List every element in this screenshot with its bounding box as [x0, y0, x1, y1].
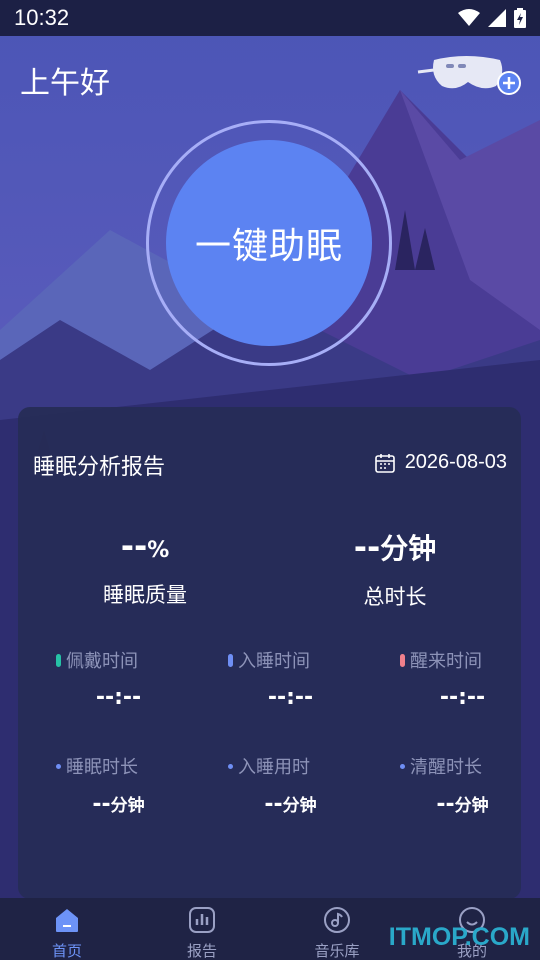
report-title: 睡眠分析报告: [33, 455, 166, 480]
sleep-latency-value: --分钟: [228, 791, 353, 817]
wifi-icon: [458, 9, 480, 26]
music-icon: [324, 907, 350, 933]
wear-time-value: --:--: [95, 685, 142, 710]
sleep-mask-add-icon: [417, 56, 521, 95]
awake-duration-stat: 清醒时长 --分钟: [400, 753, 540, 817]
one-tap-sleep-button[interactable]: 一键助眠: [166, 140, 372, 346]
awake-duration-number: --: [436, 792, 455, 817]
wake-time-value: --:--: [439, 685, 486, 710]
tab-report-label: 报告: [186, 942, 217, 960]
sleep-latency-unit: 分钟: [282, 796, 317, 816]
sleep-latency-marker: [228, 763, 233, 769]
fall-asleep-time-marker: [228, 653, 233, 667]
total-duration-label: 总时长: [363, 585, 427, 609]
fall-asleep-time-stat: 入睡时间 --:--: [228, 647, 388, 710]
add-sleep-mask-button[interactable]: [416, 50, 526, 100]
sleep-button-ring: 一键助眠: [146, 120, 392, 366]
awake-duration-marker: [400, 763, 405, 769]
sleep-latency-number: --: [264, 792, 283, 817]
battery-icon: [514, 8, 526, 28]
total-duration-unit: 分钟: [380, 532, 437, 565]
fall-asleep-time-label: 入睡时间: [238, 651, 310, 672]
sleep-report-card: 睡眠分析报告 2026-08-03 --% 睡眠质量 --分钟 总时长 佩戴时间…: [18, 407, 521, 899]
status-bar: 10:32: [0, 0, 540, 36]
sleep-duration-label: 睡眠时长: [66, 757, 138, 778]
total-duration-stat: --分钟 总时长: [295, 527, 495, 611]
tab-music[interactable]: 音乐库: [302, 906, 372, 960]
wear-time-label: 佩戴时间: [66, 651, 138, 672]
sleep-duration-number: --: [92, 792, 111, 817]
sleep-quality-value: --: [120, 527, 148, 565]
greeting-text: 上午好: [20, 66, 110, 101]
tab-home[interactable]: 首页: [32, 906, 102, 960]
wake-time-stat: 醒来时间 --:--: [400, 647, 540, 710]
watermark: ITMOP.COM: [388, 923, 530, 951]
sleep-quality-unit: %: [147, 538, 170, 563]
sleep-latency-label: 入睡用时: [238, 757, 310, 778]
fall-asleep-time-value: --:--: [267, 685, 314, 710]
sleep-duration-stat: 睡眠时长 --分钟: [56, 753, 216, 817]
sleep-duration-unit: 分钟: [110, 796, 145, 816]
report-date-picker[interactable]: 2026-08-03: [374, 451, 507, 474]
awake-duration-unit: 分钟: [454, 796, 489, 816]
signal-icon: [488, 9, 506, 27]
tab-home-label: 首页: [51, 942, 82, 960]
sleep-quality-label: 睡眠质量: [103, 583, 187, 607]
sleep-duration-marker: [56, 763, 61, 769]
chart-icon: [189, 907, 215, 933]
awake-duration-label: 清醒时长: [410, 757, 482, 778]
wear-time-stat: 佩戴时间 --:--: [56, 647, 216, 710]
wake-time-label: 醒来时间: [410, 651, 482, 672]
total-duration-value: --: [353, 528, 381, 566]
report-date: 2026-08-03: [404, 451, 507, 473]
calendar-icon: [374, 453, 395, 473]
wake-time-marker: [400, 653, 405, 667]
wear-time-marker: [56, 653, 61, 667]
tab-report[interactable]: 报告: [167, 906, 237, 960]
status-time: 10:32: [14, 5, 70, 30]
tab-music-label: 音乐库: [314, 942, 360, 960]
sleep-latency-stat: 入睡用时 --分钟: [228, 753, 388, 817]
status-icons: [458, 8, 526, 28]
sleep-duration-value: --分钟: [56, 791, 181, 817]
awake-duration-value: --分钟: [400, 791, 525, 817]
home-icon: [56, 909, 78, 932]
sleep-quality-stat: --% 睡眠质量: [45, 527, 245, 609]
